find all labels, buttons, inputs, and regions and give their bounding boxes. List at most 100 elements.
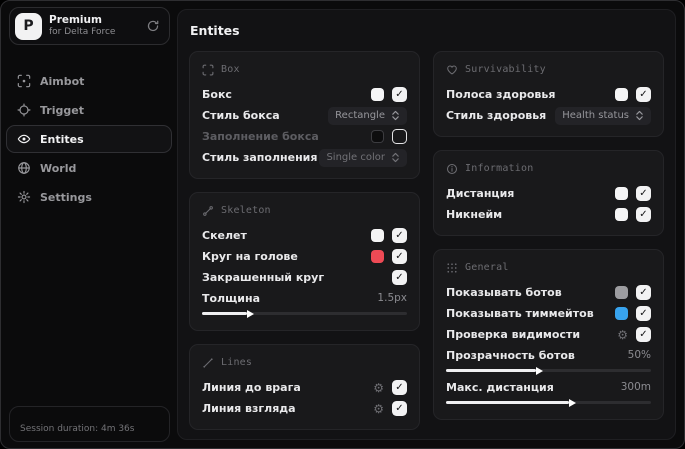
- check-icon: ✓: [639, 307, 648, 319]
- line-settings-gear-icon[interactable]: ⚙: [373, 382, 384, 394]
- checkbox[interactable]: ✓: [392, 401, 407, 416]
- sidebar-item-label: World: [40, 161, 77, 175]
- slider-thumb[interactable]: [247, 309, 255, 318]
- panel-general-title: General: [465, 262, 509, 273]
- checkbox[interactable]: ✓: [636, 327, 651, 342]
- slider-value: 50%: [627, 349, 651, 361]
- panel-box-title: Box: [221, 64, 240, 75]
- color-swatch[interactable]: [615, 307, 628, 320]
- color-swatch[interactable]: [371, 130, 384, 143]
- checkbox[interactable]: ✓: [636, 207, 651, 222]
- line-icon: [202, 357, 214, 369]
- color-swatch[interactable]: [371, 88, 384, 101]
- panel-box-header: Box: [202, 61, 407, 78]
- slider-value: 1.5px: [377, 292, 407, 304]
- check-icon: ✓: [639, 208, 648, 220]
- sidebar-item-trigget[interactable]: Trigget: [6, 96, 172, 124]
- checkbox[interactable]: ✓: [392, 380, 407, 395]
- panel-columns: Box Бокс ✓ Стиль бокса Rectangle Заполне…: [189, 51, 664, 430]
- sidebar-nav: Aimbot Trigget Entites World Settings: [1, 67, 177, 211]
- panel-skeleton: Skeleton Скелет ✓ Круг на голове ✓ Закра…: [189, 192, 420, 331]
- checkbox[interactable]: ✓: [636, 186, 651, 201]
- panel-information: Information Дистанция ✓ Никнейм ✓: [433, 150, 664, 236]
- setting-row-thickness: Толщина 1.5px: [202, 288, 407, 318]
- setting-row-filled-circle: Закрашенный круг ✓: [202, 267, 407, 288]
- slider-thumb[interactable]: [569, 398, 576, 407]
- sync-icon[interactable]: [146, 19, 160, 33]
- panel-information-title: Information: [465, 163, 534, 174]
- column-left: Box Бокс ✓ Стиль бокса Rectangle Заполне…: [189, 51, 420, 430]
- panel-skeleton-header: Skeleton: [202, 202, 407, 219]
- heart-icon: [446, 64, 458, 76]
- check-icon: ✓: [639, 328, 648, 340]
- crosshair-icon: [17, 74, 31, 88]
- panel-information-header: Information: [446, 160, 651, 177]
- setting-row-head-circle: Круг на голове ✓: [202, 246, 407, 267]
- health-style-select[interactable]: Health status: [555, 106, 651, 125]
- gear-icon: [17, 190, 31, 204]
- color-swatch[interactable]: [615, 208, 628, 221]
- checkbox[interactable]: ✓: [392, 87, 407, 102]
- setting-row-fill-style: Стиль заполнения Single color: [202, 147, 407, 168]
- sidebar-item-settings[interactable]: Settings: [6, 183, 172, 211]
- sidebar-item-aimbot[interactable]: Aimbot: [6, 67, 172, 95]
- checkbox[interactable]: [392, 129, 407, 144]
- check-icon: ✓: [395, 271, 404, 283]
- slider-thumb[interactable]: [536, 366, 544, 375]
- page-title: Entites: [190, 23, 240, 38]
- color-swatch[interactable]: [615, 88, 628, 101]
- checkbox[interactable]: ✓: [636, 285, 651, 300]
- updown-chevron-icon: [635, 110, 644, 121]
- check-icon: ✓: [639, 88, 648, 100]
- sidebar-item-entites[interactable]: Entites: [6, 125, 172, 153]
- checkbox[interactable]: ✓: [392, 270, 407, 285]
- app-window: P Premium for Delta Force Category: [0, 0, 685, 449]
- panel-survivability: Survivability Полоса здоровья ✓ Стиль зд…: [433, 51, 664, 137]
- premium-card: P Premium for Delta Force: [9, 7, 170, 45]
- check-icon: ✓: [639, 187, 648, 199]
- session-duration-label: Session duration: 4m 36s: [20, 424, 135, 434]
- sidebar-item-label: Trigget: [40, 103, 84, 117]
- color-swatch[interactable]: [615, 187, 628, 200]
- setting-row-health-style: Стиль здоровья Health status: [446, 105, 651, 126]
- thickness-slider[interactable]: [202, 309, 407, 318]
- app-title: Premium: [49, 14, 102, 27]
- updown-chevron-icon: [391, 152, 400, 163]
- color-swatch[interactable]: [615, 286, 628, 299]
- sidebar-item-label: Settings: [40, 190, 92, 204]
- setting-row-show-teammates: Показывать тиммейтов ✓: [446, 303, 651, 324]
- color-swatch[interactable]: [371, 229, 384, 242]
- max-distance-slider[interactable]: [446, 398, 651, 407]
- panel-general: General Показывать ботов ✓ Показывать ти…: [433, 249, 664, 420]
- checkbox[interactable]: ✓: [636, 306, 651, 321]
- check-icon: ✓: [639, 286, 648, 298]
- panel-lines: Lines Линия до врага ⚙ ✓ Линия взгляда ⚙: [189, 344, 420, 430]
- checkbox[interactable]: ✓: [392, 249, 407, 264]
- check-icon: ✓: [395, 250, 404, 262]
- setting-row-health-bar: Полоса здоровья ✓: [446, 84, 651, 105]
- setting-row-view-line: Линия взгляда ⚙ ✓: [202, 398, 407, 419]
- info-icon: [446, 163, 458, 175]
- main-content: Entites Box Бокс ✓ Стиль бокса Rectangle…: [177, 9, 676, 440]
- target-icon: [17, 103, 31, 117]
- panel-survivability-title: Survivability: [465, 64, 546, 75]
- visibility-settings-gear-icon[interactable]: ⚙: [617, 329, 628, 341]
- sidebar-item-world[interactable]: World: [6, 154, 172, 182]
- premium-card-text: Premium for Delta Force: [49, 14, 139, 37]
- setting-row-show-bots: Показывать ботов ✓: [446, 282, 651, 303]
- bot-opacity-slider[interactable]: [446, 366, 651, 375]
- scan-brackets-icon: [202, 64, 214, 76]
- sidebar-item-label: Aimbot: [40, 74, 85, 88]
- setting-row-max-distance: Макс. дистанция 300m: [446, 377, 651, 407]
- checkbox[interactable]: ✓: [636, 87, 651, 102]
- line-settings-gear-icon[interactable]: ⚙: [373, 403, 384, 415]
- box-style-select[interactable]: Rectangle: [328, 106, 407, 125]
- checkbox[interactable]: ✓: [392, 228, 407, 243]
- color-swatch[interactable]: [371, 250, 384, 263]
- setting-row-skeleton: Скелет ✓: [202, 225, 407, 246]
- check-icon: ✓: [395, 229, 404, 241]
- slider-value: 300m: [620, 381, 651, 393]
- app-subtitle: for Delta Force: [49, 26, 116, 37]
- panel-survivability-header: Survivability: [446, 61, 651, 78]
- fill-style-select[interactable]: Single color: [319, 148, 407, 167]
